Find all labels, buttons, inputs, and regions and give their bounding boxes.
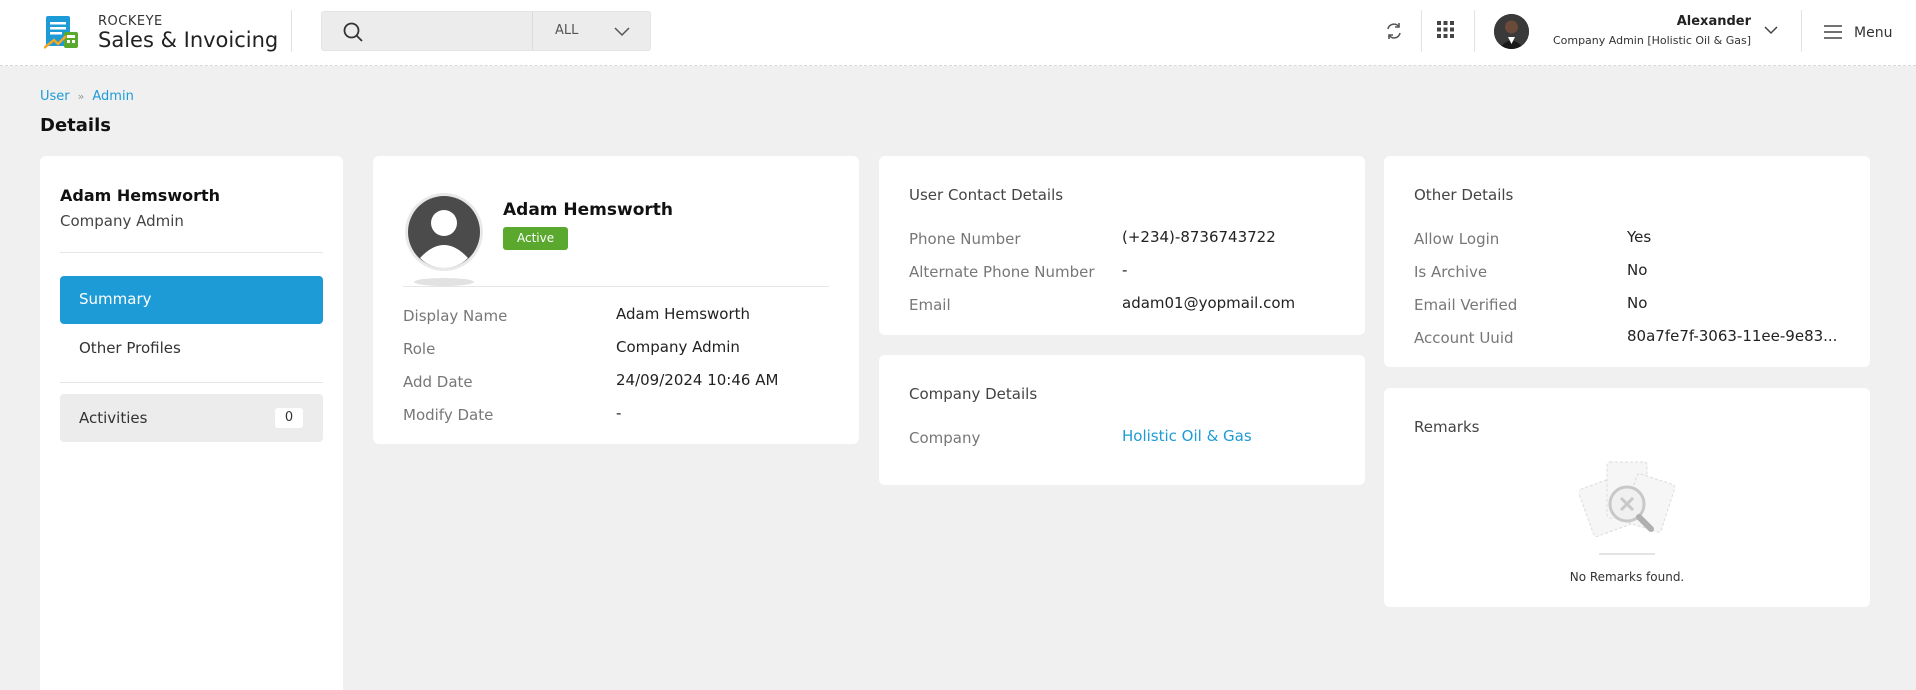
allow-login-label: Allow Login bbox=[1414, 230, 1500, 248]
empty-search-icon bbox=[1579, 461, 1675, 555]
activities-label: Activities bbox=[79, 409, 148, 427]
user-avatar[interactable] bbox=[1494, 14, 1529, 49]
search-filter-value: ALL bbox=[555, 23, 579, 38]
allow-login-value: Yes bbox=[1627, 228, 1652, 246]
brand-app-name: Sales & Invoicing bbox=[98, 28, 279, 52]
display-name-value: Adam Hemsworth bbox=[616, 305, 751, 323]
company-details-title: Company Details bbox=[909, 385, 1038, 403]
alt-phone-label: Alternate Phone Number bbox=[909, 263, 1095, 281]
modify-date-label: Modify Date bbox=[403, 406, 494, 424]
search-icon[interactable] bbox=[342, 21, 364, 43]
status-badge: Active bbox=[503, 227, 569, 250]
header-divider bbox=[1474, 10, 1475, 52]
user-role: Company Admin [Holistic Oil & Gas] bbox=[1552, 34, 1751, 47]
header-divider bbox=[291, 10, 292, 52]
company-link[interactable]: Holistic Oil & Gas bbox=[1122, 427, 1252, 445]
contact-details-title: User Contact Details bbox=[909, 186, 1064, 204]
default-avatar-icon bbox=[405, 193, 483, 286]
apps-grid-icon[interactable] bbox=[1437, 21, 1454, 38]
add-date-label: Add Date bbox=[403, 373, 473, 391]
app-logo-icon[interactable] bbox=[44, 14, 82, 50]
remarks-card: Remarks No Remarks found. bbox=[1384, 388, 1870, 607]
add-date-value: 24/09/2024 10:46 AM bbox=[616, 371, 779, 389]
nav-divider bbox=[60, 252, 323, 253]
nav-user-name: Adam Hemsworth bbox=[60, 186, 221, 205]
nav-divider bbox=[60, 382, 323, 383]
chevron-down-icon[interactable] bbox=[1763, 24, 1779, 36]
account-uuid-value: 80a7fe7f-3063-11ee-9e83... bbox=[1627, 327, 1838, 345]
nav-item-activities[interactable]: Activities 0 bbox=[60, 394, 323, 442]
is-archive-label: Is Archive bbox=[1414, 263, 1488, 281]
global-search[interactable]: ALL bbox=[321, 11, 651, 51]
role-label: Role bbox=[403, 340, 436, 358]
nav-user-role: Company Admin bbox=[60, 212, 184, 230]
refresh-icon[interactable] bbox=[1385, 21, 1403, 41]
email-verified-label: Email Verified bbox=[1414, 296, 1518, 314]
nav-item-summary[interactable]: Summary bbox=[60, 276, 323, 324]
company-label: Company bbox=[909, 429, 981, 447]
activities-count-badge: 0 bbox=[275, 408, 303, 428]
brand-company-name: ROCKEYE bbox=[98, 14, 163, 29]
chevron-double-right-icon: » bbox=[77, 90, 85, 103]
breadcrumb-user[interactable]: User bbox=[40, 89, 70, 104]
top-header: ROCKEYE Sales & Invoicing ALL Alexander … bbox=[0, 0, 1916, 66]
page-title: Details bbox=[40, 115, 111, 136]
chevron-down-icon bbox=[614, 27, 630, 37]
email-verified-value: No bbox=[1627, 294, 1648, 312]
nav-item-other-profiles[interactable]: Other Profiles bbox=[79, 339, 181, 357]
account-uuid-label: Account Uuid bbox=[1414, 329, 1514, 347]
breadcrumb-admin[interactable]: Admin bbox=[92, 89, 133, 104]
profile-card: Adam Hemsworth Active Display Name Adam … bbox=[373, 156, 859, 444]
user-nav-card: Adam Hemsworth Company Admin Summary Oth… bbox=[40, 156, 343, 690]
breadcrumb: User » Admin bbox=[40, 89, 134, 104]
display-name-label: Display Name bbox=[403, 307, 508, 325]
role-value: Company Admin bbox=[616, 338, 740, 356]
modify-date-value: - bbox=[616, 404, 622, 422]
profile-divider bbox=[403, 286, 829, 287]
remarks-title: Remarks bbox=[1414, 418, 1480, 436]
company-details-card: Company Details Company Holistic Oil & G… bbox=[879, 355, 1365, 485]
is-archive-value: No bbox=[1627, 261, 1648, 279]
email-label: Email bbox=[909, 296, 951, 314]
menu-button-label[interactable]: Menu bbox=[1854, 25, 1892, 41]
hamburger-menu-icon[interactable] bbox=[1823, 24, 1843, 40]
header-divider bbox=[1421, 10, 1422, 52]
other-details-card: Other Details Allow Login Yes Is Archive… bbox=[1384, 156, 1870, 367]
profile-name: Adam Hemsworth bbox=[503, 200, 674, 220]
alt-phone-value: - bbox=[1122, 261, 1128, 279]
user-name[interactable]: Alexander bbox=[1677, 14, 1751, 29]
other-details-title: Other Details bbox=[1414, 186, 1514, 204]
empty-remarks-text: No Remarks found. bbox=[1569, 570, 1685, 584]
contact-details-card: User Contact Details Phone Number (+234)… bbox=[879, 156, 1365, 335]
header-divider bbox=[1801, 10, 1802, 52]
search-filter-select[interactable]: ALL bbox=[532, 12, 651, 50]
phone-value: (+234)-8736743722 bbox=[1122, 228, 1276, 246]
email-value: adam01@yopmail.com bbox=[1122, 294, 1296, 312]
user-photo-icon bbox=[1494, 14, 1529, 49]
phone-label: Phone Number bbox=[909, 230, 1021, 248]
